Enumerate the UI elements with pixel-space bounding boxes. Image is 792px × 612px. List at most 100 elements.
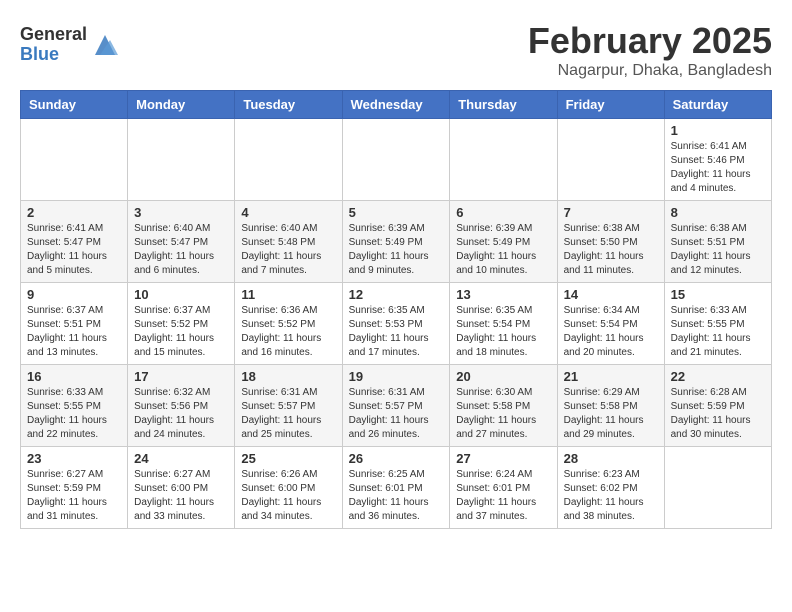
day-info: Sunrise: 6:35 AM Sunset: 5:53 PM Dayligh… — [349, 304, 444, 360]
header: General Blue February 2025 Nagarpur, Dha… — [20, 20, 772, 80]
day-info: Sunrise: 6:40 AM Sunset: 5:47 PM Dayligh… — [134, 222, 228, 278]
day-number: 25 — [241, 451, 335, 466]
logo-icon — [90, 30, 120, 60]
logo-blue-text: Blue — [20, 45, 87, 65]
day-number: 21 — [564, 369, 658, 384]
calendar-cell: 27 Sunrise: 6:24 AM Sunset: 6:01 PM Dayli… — [450, 447, 557, 529]
calendar-cell: 7 Sunrise: 6:38 AM Sunset: 5:50 PM Daylig… — [557, 201, 664, 283]
day-number: 13 — [456, 287, 550, 302]
day-info: Sunrise: 6:33 AM Sunset: 5:55 PM Dayligh… — [27, 386, 121, 442]
day-info: Sunrise: 6:31 AM Sunset: 5:57 PM Dayligh… — [241, 386, 335, 442]
day-info: Sunrise: 6:38 AM Sunset: 5:50 PM Dayligh… — [564, 222, 658, 278]
weekday-header: Thursday — [450, 91, 557, 119]
day-number: 23 — [27, 451, 121, 466]
day-number: 5 — [349, 205, 444, 220]
day-info: Sunrise: 6:29 AM Sunset: 5:58 PM Dayligh… — [564, 386, 658, 442]
calendar-cell: 5 Sunrise: 6:39 AM Sunset: 5:49 PM Daylig… — [342, 201, 450, 283]
calendar-cell: 24 Sunrise: 6:27 AM Sunset: 6:00 PM Dayli… — [128, 447, 235, 529]
day-number: 15 — [671, 287, 765, 302]
calendar-week-row: 1Sunrise: 6:41 AM Sunset: 5:46 PM Daylig… — [21, 119, 772, 201]
weekday-header: Wednesday — [342, 91, 450, 119]
calendar-week-row: 16 Sunrise: 6:33 AM Sunset: 5:55 PM Dayli… — [21, 365, 772, 447]
day-info: Sunrise: 6:23 AM Sunset: 6:02 PM Dayligh… — [564, 468, 658, 524]
day-info: Sunrise: 6:34 AM Sunset: 5:54 PM Dayligh… — [564, 304, 658, 360]
day-number: 2 — [27, 205, 121, 220]
weekday-header: Friday — [557, 91, 664, 119]
day-number: 3 — [134, 205, 228, 220]
calendar-cell — [235, 119, 342, 201]
calendar-cell: 16 Sunrise: 6:33 AM Sunset: 5:55 PM Dayli… — [21, 365, 128, 447]
day-number: 10 — [134, 287, 228, 302]
logo: General Blue — [20, 25, 120, 65]
day-info: Sunrise: 6:26 AM Sunset: 6:00 PM Dayligh… — [241, 468, 335, 524]
calendar-week-row: 2Sunrise: 6:41 AM Sunset: 5:47 PM Daylig… — [21, 201, 772, 283]
calendar-week-row: 9Sunrise: 6:37 AM Sunset: 5:51 PM Daylig… — [21, 283, 772, 365]
day-info: Sunrise: 6:27 AM Sunset: 5:59 PM Dayligh… — [27, 468, 121, 524]
day-info: Sunrise: 6:41 AM Sunset: 5:46 PM Dayligh… — [671, 140, 765, 196]
calendar-cell: 26 Sunrise: 6:25 AM Sunset: 6:01 PM Dayli… — [342, 447, 450, 529]
day-number: 19 — [349, 369, 444, 384]
day-number: 27 — [456, 451, 550, 466]
day-number: 16 — [27, 369, 121, 384]
weekday-header: Sunday — [21, 91, 128, 119]
calendar-cell — [450, 119, 557, 201]
day-info: Sunrise: 6:25 AM Sunset: 6:01 PM Dayligh… — [349, 468, 444, 524]
day-info: Sunrise: 6:37 AM Sunset: 5:51 PM Dayligh… — [27, 304, 121, 360]
calendar-cell: 22Sunrise: 6:28 AM Sunset: 5:59 PM Dayli… — [664, 365, 771, 447]
logo-general-text: General — [20, 25, 87, 45]
day-number: 8 — [671, 205, 765, 220]
calendar-cell: 9Sunrise: 6:37 AM Sunset: 5:51 PM Daylig… — [21, 283, 128, 365]
calendar-cell: 4 Sunrise: 6:40 AM Sunset: 5:48 PM Daylig… — [235, 201, 342, 283]
day-number: 18 — [241, 369, 335, 384]
calendar-cell — [557, 119, 664, 201]
calendar-cell: 6Sunrise: 6:39 AM Sunset: 5:49 PM Daylig… — [450, 201, 557, 283]
calendar-cell: 13 Sunrise: 6:35 AM Sunset: 5:54 PM Dayli… — [450, 283, 557, 365]
calendar-cell: 28 Sunrise: 6:23 AM Sunset: 6:02 PM Dayli… — [557, 447, 664, 529]
day-number: 11 — [241, 287, 335, 302]
weekday-header: Saturday — [664, 91, 771, 119]
calendar-cell: 1Sunrise: 6:41 AM Sunset: 5:46 PM Daylig… — [664, 119, 771, 201]
calendar-header-row: SundayMondayTuesdayWednesdayThursdayFrid… — [21, 91, 772, 119]
day-info: Sunrise: 6:27 AM Sunset: 6:00 PM Dayligh… — [134, 468, 228, 524]
day-info: Sunrise: 6:30 AM Sunset: 5:58 PM Dayligh… — [456, 386, 550, 442]
title-area: February 2025 Nagarpur, Dhaka, Banglades… — [528, 20, 772, 80]
calendar-cell: 11 Sunrise: 6:36 AM Sunset: 5:52 PM Dayli… — [235, 283, 342, 365]
day-number: 26 — [349, 451, 444, 466]
day-info: Sunrise: 6:36 AM Sunset: 5:52 PM Dayligh… — [241, 304, 335, 360]
calendar-cell: 15 Sunrise: 6:33 AM Sunset: 5:55 PM Dayli… — [664, 283, 771, 365]
calendar-cell: 19 Sunrise: 6:31 AM Sunset: 5:57 PM Dayli… — [342, 365, 450, 447]
calendar-cell: 10 Sunrise: 6:37 AM Sunset: 5:52 PM Dayli… — [128, 283, 235, 365]
location-title: Nagarpur, Dhaka, Bangladesh — [528, 62, 772, 80]
day-info: Sunrise: 6:31 AM Sunset: 5:57 PM Dayligh… — [349, 386, 444, 442]
calendar-cell: 17Sunrise: 6:32 AM Sunset: 5:56 PM Dayli… — [128, 365, 235, 447]
day-number: 24 — [134, 451, 228, 466]
day-number: 20 — [456, 369, 550, 384]
calendar-cell: 20 Sunrise: 6:30 AM Sunset: 5:58 PM Dayli… — [450, 365, 557, 447]
day-info: Sunrise: 6:37 AM Sunset: 5:52 PM Dayligh… — [134, 304, 228, 360]
calendar-cell: 12 Sunrise: 6:35 AM Sunset: 5:53 PM Dayli… — [342, 283, 450, 365]
day-info: Sunrise: 6:40 AM Sunset: 5:48 PM Dayligh… — [241, 222, 335, 278]
day-number: 12 — [349, 287, 444, 302]
day-info: Sunrise: 6:39 AM Sunset: 5:49 PM Dayligh… — [349, 222, 444, 278]
calendar-cell — [342, 119, 450, 201]
calendar-cell: 2Sunrise: 6:41 AM Sunset: 5:47 PM Daylig… — [21, 201, 128, 283]
calendar-cell: 18 Sunrise: 6:31 AM Sunset: 5:57 PM Dayli… — [235, 365, 342, 447]
calendar-cell — [664, 447, 771, 529]
weekday-header: Monday — [128, 91, 235, 119]
calendar-cell: 3 Sunrise: 6:40 AM Sunset: 5:47 PM Daylig… — [128, 201, 235, 283]
day-info: Sunrise: 6:39 AM Sunset: 5:49 PM Dayligh… — [456, 222, 550, 278]
day-number: 4 — [241, 205, 335, 220]
calendar-cell — [21, 119, 128, 201]
day-info: Sunrise: 6:28 AM Sunset: 5:59 PM Dayligh… — [671, 386, 765, 442]
calendar-cell: 14 Sunrise: 6:34 AM Sunset: 5:54 PM Dayli… — [557, 283, 664, 365]
day-info: Sunrise: 6:33 AM Sunset: 5:55 PM Dayligh… — [671, 304, 765, 360]
day-number: 14 — [564, 287, 658, 302]
calendar: SundayMondayTuesdayWednesdayThursdayFrid… — [20, 90, 772, 529]
calendar-cell: 23 Sunrise: 6:27 AM Sunset: 5:59 PM Dayli… — [21, 447, 128, 529]
day-info: Sunrise: 6:35 AM Sunset: 5:54 PM Dayligh… — [456, 304, 550, 360]
month-title: February 2025 — [528, 20, 772, 62]
day-number: 7 — [564, 205, 658, 220]
day-info: Sunrise: 6:24 AM Sunset: 6:01 PM Dayligh… — [456, 468, 550, 524]
day-number: 28 — [564, 451, 658, 466]
day-info: Sunrise: 6:32 AM Sunset: 5:56 PM Dayligh… — [134, 386, 228, 442]
